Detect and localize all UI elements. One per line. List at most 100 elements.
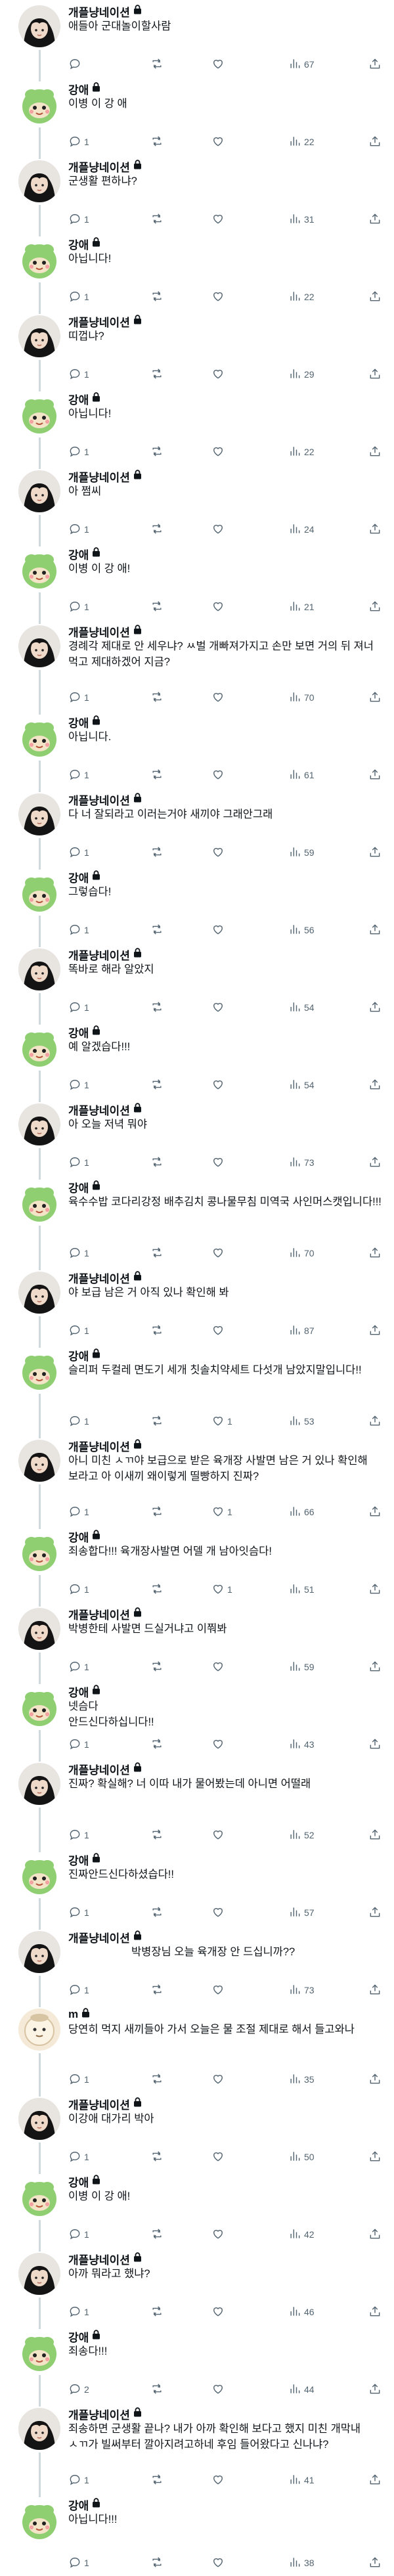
like-button[interactable]	[211, 211, 227, 227]
avatar[interactable]	[18, 2175, 60, 2217]
views-button[interactable]: 61	[288, 767, 315, 783]
reply-button[interactable]: 1	[68, 2472, 89, 2488]
like-button[interactable]	[211, 922, 227, 938]
views-button[interactable]: 54	[288, 1077, 315, 1093]
views-button[interactable]: 73	[288, 1155, 315, 1170]
thread-post[interactable]: 개플냥네이션 아 오늘 저녁 뭐야 1 73	[0, 1098, 394, 1180]
views-button[interactable]: 56	[288, 922, 315, 938]
views-button[interactable]: 54	[288, 1000, 315, 1015]
views-button[interactable]: 21	[288, 599, 315, 615]
thread-post[interactable]: 강애 넷슴다 안드신다하십니다!! 1 43	[0, 1680, 394, 1762]
retweet-button[interactable]	[150, 1982, 166, 1998]
display-name[interactable]: 개플냥네이션	[68, 158, 130, 175]
reply-button[interactable]	[68, 56, 84, 72]
thread-post[interactable]: 개플냥네이션 야 보급 남은 거 아직 있나 확인해 봐 1 87	[0, 1266, 394, 1348]
reply-button[interactable]: 1	[68, 1155, 89, 1170]
thread-post[interactable]: 강애 슬리퍼 두컬레 면도기 세개 칫솔치약세트 다섯개 남았지말입니다!! 1 1 5…	[0, 1344, 394, 1438]
retweet-button[interactable]	[150, 1155, 166, 1170]
like-button[interactable]	[211, 1000, 227, 1015]
share-button[interactable]	[368, 1077, 382, 1093]
retweet-button[interactable]	[150, 289, 166, 305]
share-button[interactable]	[368, 1982, 382, 1998]
views-button[interactable]: 24	[288, 522, 315, 537]
retweet-button[interactable]	[150, 2382, 166, 2397]
share-button[interactable]	[368, 599, 382, 615]
share-button[interactable]	[368, 444, 382, 460]
retweet-button[interactable]	[150, 2227, 166, 2242]
views-button[interactable]: 59	[288, 845, 315, 860]
thread-post[interactable]: 강애 이병 이 강 애 1 22	[0, 78, 394, 159]
retweet-button[interactable]	[150, 1905, 166, 1921]
like-button[interactable]	[211, 444, 227, 460]
display-name[interactable]: 강애	[68, 1683, 89, 1700]
retweet-button[interactable]	[150, 845, 166, 860]
retweet-button[interactable]	[150, 1827, 166, 1843]
like-button[interactable]	[211, 1245, 227, 1261]
thread-post[interactable]: 개플냥네이션 진짜? 확실해? 너 이따 내가 물어봤는데 아니면 어떨래 1 52	[0, 1758, 394, 1852]
reply-button[interactable]: 1	[68, 522, 89, 537]
avatar[interactable]	[18, 1026, 60, 1068]
avatar[interactable]	[18, 1349, 60, 1391]
views-button[interactable]: 87	[288, 1323, 315, 1339]
reply-button[interactable]: 1	[68, 690, 89, 705]
avatar[interactable]	[18, 548, 60, 590]
like-button[interactable]	[211, 2072, 227, 2087]
like-button[interactable]	[211, 289, 227, 305]
thread-post[interactable]: 강애 육수수밥 코다리강정 배추김치 콩나물무침 미역국 사인머스캣입니다!!! 1…	[0, 1176, 394, 1270]
retweet-button[interactable]	[150, 366, 166, 382]
avatar[interactable]	[18, 2098, 60, 2140]
reply-button[interactable]: 1	[68, 2072, 89, 2087]
avatar[interactable]	[18, 2253, 60, 2295]
retweet-button[interactable]	[150, 767, 166, 783]
thread-post[interactable]: 개플냥네이션 다 너 잘되라고 이러는거야 새끼야 그래안그래 1 59	[0, 788, 394, 870]
like-button[interactable]	[211, 2304, 227, 2320]
thread-post[interactable]: 개플냥네이션 아니 미친 ㅅㄲ야 보급으로 받은 육개장 사발면 남은 거 있나 …	[0, 1434, 394, 1529]
like-button[interactable]	[211, 522, 227, 537]
retweet-button[interactable]	[150, 522, 166, 537]
views-button[interactable]: 52	[288, 1827, 315, 1843]
thread-post[interactable]: 개플냥네이션 박병한테 사발면 드실거냐고 이쭤봐 1 59	[0, 1603, 394, 1684]
avatar[interactable]	[18, 1608, 60, 1650]
views-button[interactable]: 51	[288, 1582, 315, 1597]
thread-post[interactable]: 개플냥네이션 이강애 대가리 박아 1 50	[0, 2093, 394, 2174]
share-button[interactable]	[368, 845, 382, 860]
like-button[interactable]	[211, 2472, 227, 2488]
display-name[interactable]: 개플냥네이션	[68, 1761, 130, 1777]
retweet-button[interactable]	[150, 2555, 166, 2571]
retweet-button[interactable]	[150, 690, 166, 705]
reply-button[interactable]: 1	[68, 1982, 89, 1998]
share-button[interactable]	[368, 289, 382, 305]
thread-post[interactable]: 강애 그렇습다! 1 56	[0, 866, 394, 947]
retweet-button[interactable]	[150, 134, 166, 150]
views-button[interactable]: 59	[288, 1659, 315, 1675]
avatar[interactable]	[18, 2330, 60, 2372]
views-button[interactable]: 44	[288, 2382, 315, 2397]
reply-button[interactable]: 1	[68, 1077, 89, 1093]
display-name[interactable]: 개플냥네이션	[68, 1101, 130, 1118]
thread-post[interactable]: 강애 진짜안드신다하셨습다!! 1 57	[0, 1848, 394, 1930]
display-name[interactable]: 강애	[68, 2173, 89, 2190]
views-button[interactable]: 50	[288, 2149, 315, 2165]
share-button[interactable]	[368, 1000, 382, 1015]
like-button[interactable]: 1	[211, 1504, 232, 1520]
reply-button[interactable]: 1	[68, 2227, 89, 2242]
reply-button[interactable]: 1	[68, 599, 89, 615]
display-name[interactable]: 개플냥네이션	[68, 946, 130, 963]
display-name[interactable]: 강애	[68, 391, 89, 407]
like-button[interactable]	[211, 845, 227, 860]
like-button[interactable]	[211, 767, 227, 783]
views-button[interactable]: 22	[288, 134, 315, 150]
thread-post[interactable]: 개플냥네이션 애들아 군대놀이할사람 67	[0, 0, 394, 81]
thread-post[interactable]: 강애 아닙니다!!! 1 38	[0, 2493, 394, 2576]
like-button[interactable]: 1	[211, 1582, 232, 1597]
views-button[interactable]: 53	[288, 1413, 315, 1429]
share-button[interactable]	[368, 1323, 382, 1339]
reply-button[interactable]: 1	[68, 767, 89, 783]
avatar[interactable]	[18, 1103, 60, 1145]
avatar[interactable]	[18, 83, 60, 125]
thread-post[interactable]: 개플냥네이션 박병장님 오늘 육개장 안 드십니까?? 1 73	[0, 1926, 394, 2007]
views-button[interactable]: 38	[288, 2555, 315, 2571]
share-button[interactable]	[368, 1582, 382, 1597]
avatar[interactable]	[18, 1763, 60, 1805]
share-button[interactable]	[368, 1413, 382, 1429]
